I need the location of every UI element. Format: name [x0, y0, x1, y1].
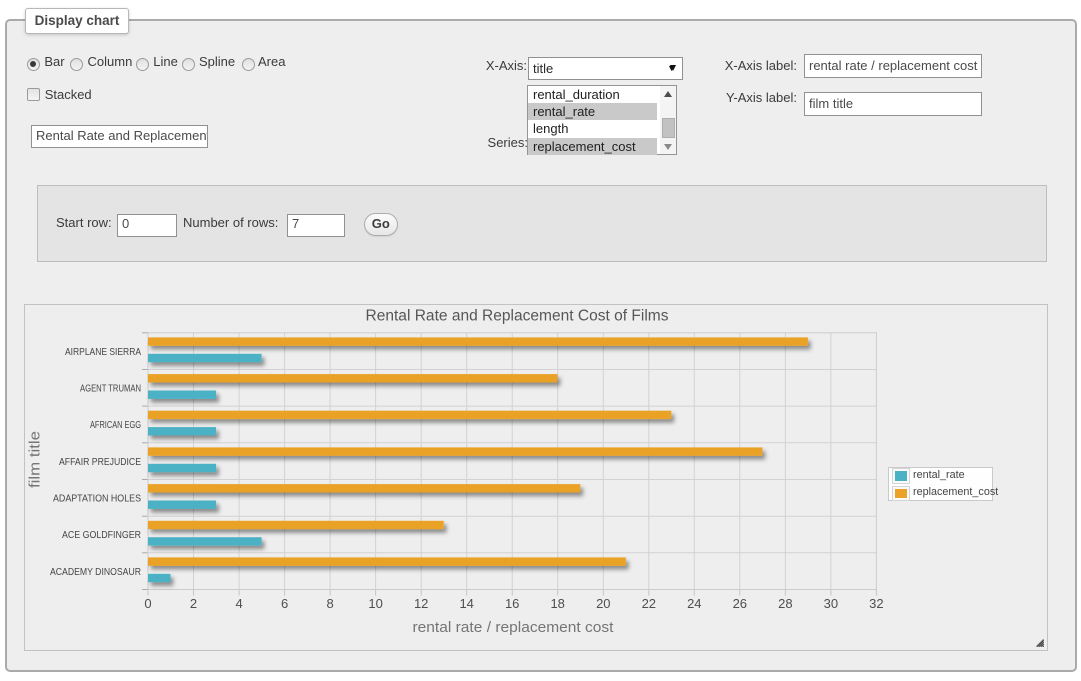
- svg-text:AIRPLANE SIERRA: AIRPLANE SIERRA: [65, 346, 141, 358]
- svg-text:AFFAIR PREJUDICE: AFFAIR PREJUDICE: [59, 456, 141, 468]
- svg-text:AGENT TRUMAN: AGENT TRUMAN: [80, 383, 141, 395]
- svg-text:30: 30: [824, 596, 838, 611]
- svg-text:18: 18: [550, 596, 564, 611]
- svg-text:AFRICAN EGG: AFRICAN EGG: [90, 419, 141, 431]
- svg-text:film title: film title: [27, 431, 44, 488]
- svg-text:0: 0: [144, 596, 151, 611]
- svg-text:16: 16: [505, 596, 519, 611]
- svg-text:ACE GOLDFINGER: ACE GOLDFINGER: [62, 529, 141, 541]
- svg-text:14: 14: [459, 596, 473, 611]
- svg-text:6: 6: [281, 596, 288, 611]
- svg-text:8: 8: [326, 596, 333, 611]
- svg-text:2: 2: [190, 596, 197, 611]
- svg-text:32: 32: [869, 596, 883, 611]
- svg-text:26: 26: [733, 596, 747, 611]
- svg-text:20: 20: [596, 596, 610, 611]
- svg-text:ACADEMY DINOSAUR: ACADEMY DINOSAUR: [50, 566, 141, 578]
- svg-text:Rental Rate and Replacement Co: Rental Rate and Replacement Cost of Film…: [366, 308, 669, 325]
- svg-text:4: 4: [235, 596, 242, 611]
- svg-text:12: 12: [414, 596, 428, 611]
- svg-text:28: 28: [778, 596, 792, 611]
- svg-text:24: 24: [687, 596, 701, 611]
- svg-text:rental rate / replacement cost: rental rate / replacement cost: [413, 619, 615, 636]
- svg-text:ADAPTATION HOLES: ADAPTATION HOLES: [53, 493, 141, 505]
- svg-text:10: 10: [368, 596, 382, 611]
- svg-text:22: 22: [642, 596, 656, 611]
